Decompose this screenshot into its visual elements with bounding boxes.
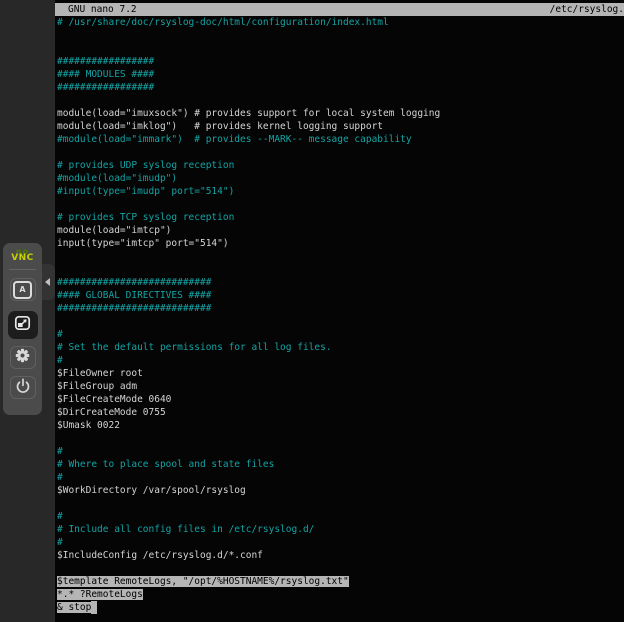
novnc-logo-bottom: VNC [11, 255, 34, 262]
control-bar-divider [9, 269, 36, 270]
editor-line: module(load="imklog") # provides kernel … [57, 120, 624, 133]
novnc-control-bar: no VNC A [3, 243, 42, 415]
editor-line: # Where to place spool and state files [57, 458, 624, 471]
editor-line: ########################### [57, 302, 624, 315]
editor-line: $template RemoteLogs, "/opt/%HOSTNAME%/r… [57, 575, 624, 588]
editor-line [57, 42, 624, 55]
editor-line: ########################### [57, 276, 624, 289]
editor-line: # [57, 354, 624, 367]
editor-line [57, 250, 624, 263]
settings-button[interactable] [10, 346, 36, 369]
fullscreen-button[interactable] [8, 311, 38, 339]
nano-app-title: GNU nano 7.2 [68, 3, 137, 16]
editor-line: ################# [57, 55, 624, 68]
control-bar-handle[interactable] [42, 264, 55, 300]
fullscreen-icon [14, 315, 31, 335]
editor-line: # [57, 510, 624, 523]
nano-file-path: /etc/rsyslog. [550, 3, 624, 16]
editor-line [57, 315, 624, 328]
editor-line: # [57, 471, 624, 484]
vnc-screen: GNU nano 7.2 /etc/rsyslog. # /usr/share/… [0, 0, 624, 622]
editor-line: input(type="imtcp" port="514") [57, 237, 624, 250]
editor-line [57, 562, 624, 575]
terminal-canvas[interactable]: GNU nano 7.2 /etc/rsyslog. # /usr/share/… [55, 0, 624, 622]
gear-icon [15, 348, 30, 367]
editor-line: module(load="imuxsock") # provides suppo… [57, 107, 624, 120]
editor-line: #module(load="immark") # provides --MARK… [57, 133, 624, 146]
editor-line [57, 29, 624, 42]
editor-line [57, 198, 624, 211]
editor-line: $IncludeConfig /etc/rsyslog.d/*.conf [57, 549, 624, 562]
editor-line: # provides TCP syslog reception [57, 211, 624, 224]
nano-titlebar: GNU nano 7.2 /etc/rsyslog. [55, 3, 624, 16]
editor-line: $FileCreateMode 0640 [57, 393, 624, 406]
editor-line: module(load="imtcp") [57, 224, 624, 237]
editor-line: # [57, 445, 624, 458]
editor-line: # [57, 328, 624, 341]
clipboard-a-icon: A [13, 281, 32, 299]
editor-line: #### GLOBAL DIRECTIVES #### [57, 289, 624, 302]
editor-line: $FileGroup adm [57, 380, 624, 393]
editor-line: $DirCreateMode 0755 [57, 406, 624, 419]
editor-line: #module(load="imudp") [57, 172, 624, 185]
editor-line [57, 146, 624, 159]
editor-line: $FileOwner root [57, 367, 624, 380]
editor-line: $WorkDirectory /var/spool/rsyslog [57, 484, 624, 497]
novnc-logo: no VNC [11, 248, 34, 262]
editor-line [57, 94, 624, 107]
editor-line: *.* ?RemoteLogs [57, 588, 624, 601]
editor-line: $Umask 0022 [57, 419, 624, 432]
collapse-left-arrow-icon [45, 278, 50, 286]
editor-line: & stop [57, 601, 624, 614]
editor-line: ################# [57, 81, 624, 94]
power-button[interactable] [10, 376, 36, 399]
editor-line: # provides UDP syslog reception [57, 159, 624, 172]
clipboard-button[interactable]: A [10, 278, 36, 301]
editor-line: # Set the default permissions for all lo… [57, 341, 624, 354]
text-cursor [91, 601, 97, 614]
editor-line [57, 263, 624, 276]
power-icon [15, 378, 31, 398]
editor-line: #### MODULES #### [57, 68, 624, 81]
editor-line: # /usr/share/doc/rsyslog-doc/html/config… [57, 16, 624, 29]
editor-line [57, 497, 624, 510]
editor-line [57, 432, 624, 445]
editor-line: # Include all config files in /etc/rsysl… [57, 523, 624, 536]
editor-line: # [57, 536, 624, 549]
editor-lines: # /usr/share/doc/rsyslog-doc/html/config… [55, 16, 624, 614]
editor-line: #input(type="imudp" port="514") [57, 185, 624, 198]
